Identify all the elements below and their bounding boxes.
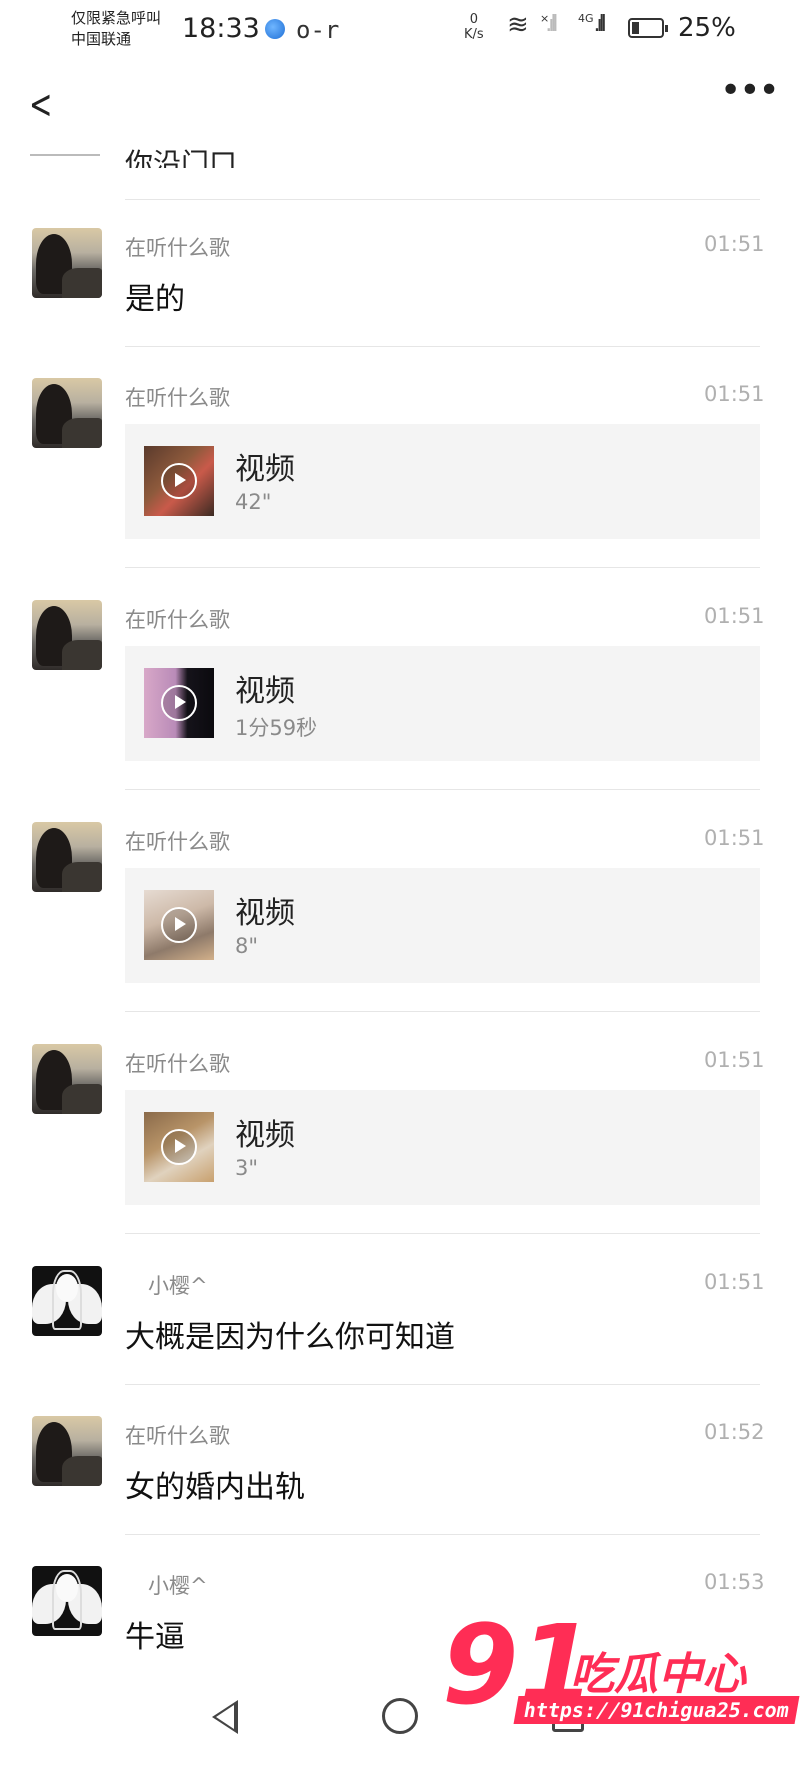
video-duration: 3"	[235, 1156, 259, 1180]
play-icon	[161, 1129, 197, 1165]
message-text[interactable]: 女的婚内出轨	[125, 1462, 305, 1506]
watermark-name: 吃瓜中心	[570, 1649, 746, 1700]
message-text[interactable]: 大概是因为什么你可知道	[125, 1312, 455, 1356]
battery-icon	[628, 18, 668, 38]
battery-fill	[632, 22, 639, 34]
nav-back-icon[interactable]	[212, 1700, 238, 1734]
video-card[interactable]: 视频 42"	[125, 424, 760, 539]
message-row[interactable]: 小樱^ 01:51 大概是因为什么你可知道	[0, 1266, 800, 1386]
status-bar: 仅限紧急呼叫 中国联通 18:33 o-r 0 K/s ≋ ×.ıll 4G.ı…	[0, 0, 800, 60]
message-row[interactable]: 在听什么歌 01:51 视频 1分59秒	[0, 600, 800, 770]
network-speed-unit: K/s	[464, 27, 484, 42]
carrier-info: 仅限紧急呼叫 中国联通	[71, 8, 161, 50]
more-dots-icon[interactable]: •••	[720, 70, 780, 111]
video-thumbnail[interactable]	[144, 890, 214, 960]
avatar[interactable]	[32, 1044, 102, 1114]
video-duration: 42"	[235, 490, 272, 514]
avatar[interactable]	[32, 600, 102, 670]
message-row[interactable]: 在听什么歌 01:51 视频 3"	[0, 1044, 800, 1214]
carrier-line-1: 仅限紧急呼叫	[71, 9, 162, 27]
video-title: 视频	[235, 452, 295, 487]
play-icon	[161, 907, 197, 943]
video-duration: 8"	[235, 934, 259, 958]
sender-name: 在听什么歌	[125, 386, 230, 410]
video-duration: 1分59秒	[235, 716, 318, 740]
wifi-icon: ≋	[507, 10, 529, 40]
sender-name: 小樱^	[148, 1274, 208, 1298]
message-separator	[125, 346, 760, 347]
sender-name: 在听什么歌	[125, 1424, 230, 1448]
avatar[interactable]	[32, 1266, 102, 1336]
browser-globe-icon	[265, 19, 285, 39]
chat-nav-bar: < •••	[0, 60, 800, 150]
message-time: 01:53	[704, 1570, 765, 1594]
network-speed-value: 0	[469, 12, 478, 27]
message-time: 01:51	[704, 232, 765, 256]
message-row[interactable]: 在听什么歌 01:51 是的	[0, 228, 800, 348]
video-thumbnail[interactable]	[144, 668, 214, 738]
sender-name: 在听什么歌	[125, 236, 230, 260]
signal-1-label: ×	[540, 12, 549, 25]
video-card[interactable]: 视频 8"	[125, 868, 760, 983]
signal-1-icon: ×.ıll	[540, 12, 558, 37]
carrier-line-2: 中国联通	[71, 30, 132, 48]
message-separator	[125, 1011, 760, 1012]
message-row[interactable]: 在听什么歌 01:51 视频 8"	[0, 822, 800, 992]
message-separator	[125, 1534, 760, 1535]
nav-home-icon[interactable]	[382, 1698, 418, 1734]
watermark-url: https://91chigua25.com	[513, 1696, 800, 1724]
signal-2-label: 4G	[578, 12, 594, 25]
network-speed: 0 K/s	[464, 12, 484, 42]
partial-avatar-edge	[30, 154, 100, 156]
message-time: 01:51	[704, 1048, 765, 1072]
message-separator	[125, 199, 760, 200]
avatar[interactable]	[32, 1566, 102, 1636]
video-card[interactable]: 视频 3"	[125, 1090, 760, 1205]
sender-name: 在听什么歌	[125, 830, 230, 854]
video-thumbnail[interactable]	[144, 1112, 214, 1182]
back-chevron-icon[interactable]: <	[29, 82, 52, 128]
partial-message-text: 你沿门口	[125, 147, 238, 168]
video-title: 视频	[235, 896, 295, 931]
message-time: 01:52	[704, 1420, 765, 1444]
message-separator	[125, 1233, 760, 1234]
video-title: 视频	[235, 1118, 295, 1153]
vpn-key-icon: o-r	[296, 16, 340, 44]
video-title: 视频	[235, 674, 295, 709]
message-time: 01:51	[704, 382, 765, 406]
message-row[interactable]: 在听什么歌 01:52 女的婚内出轨	[0, 1416, 800, 1536]
clock: 18:33	[182, 13, 260, 44]
message-time: 01:51	[704, 604, 765, 628]
sender-name: 在听什么歌	[125, 1052, 230, 1076]
message-separator	[125, 789, 760, 790]
message-separator	[125, 1384, 760, 1385]
video-card[interactable]: 视频 1分59秒	[125, 646, 760, 761]
watermark-logo: 91 吃瓜中心 https://91chigua25.com	[442, 1610, 800, 1735]
message-time: 01:51	[704, 1270, 765, 1294]
play-icon	[161, 463, 197, 499]
sender-name: 小樱^	[148, 1574, 208, 1598]
video-thumbnail[interactable]	[144, 446, 214, 516]
avatar[interactable]	[32, 228, 102, 298]
avatar[interactable]	[32, 1416, 102, 1486]
message-text[interactable]: 是的	[125, 274, 185, 318]
signal-2-icon: 4G.ıll	[578, 12, 607, 37]
battery-percent: 25%	[678, 13, 736, 43]
play-icon	[161, 685, 197, 721]
message-text[interactable]: 牛逼	[125, 1612, 185, 1656]
sender-name: 在听什么歌	[125, 608, 230, 632]
message-row[interactable]: 在听什么歌 01:51 视频 42"	[0, 378, 800, 548]
message-time: 01:51	[704, 826, 765, 850]
avatar[interactable]	[32, 378, 102, 448]
avatar[interactable]	[32, 822, 102, 892]
message-separator	[125, 567, 760, 568]
